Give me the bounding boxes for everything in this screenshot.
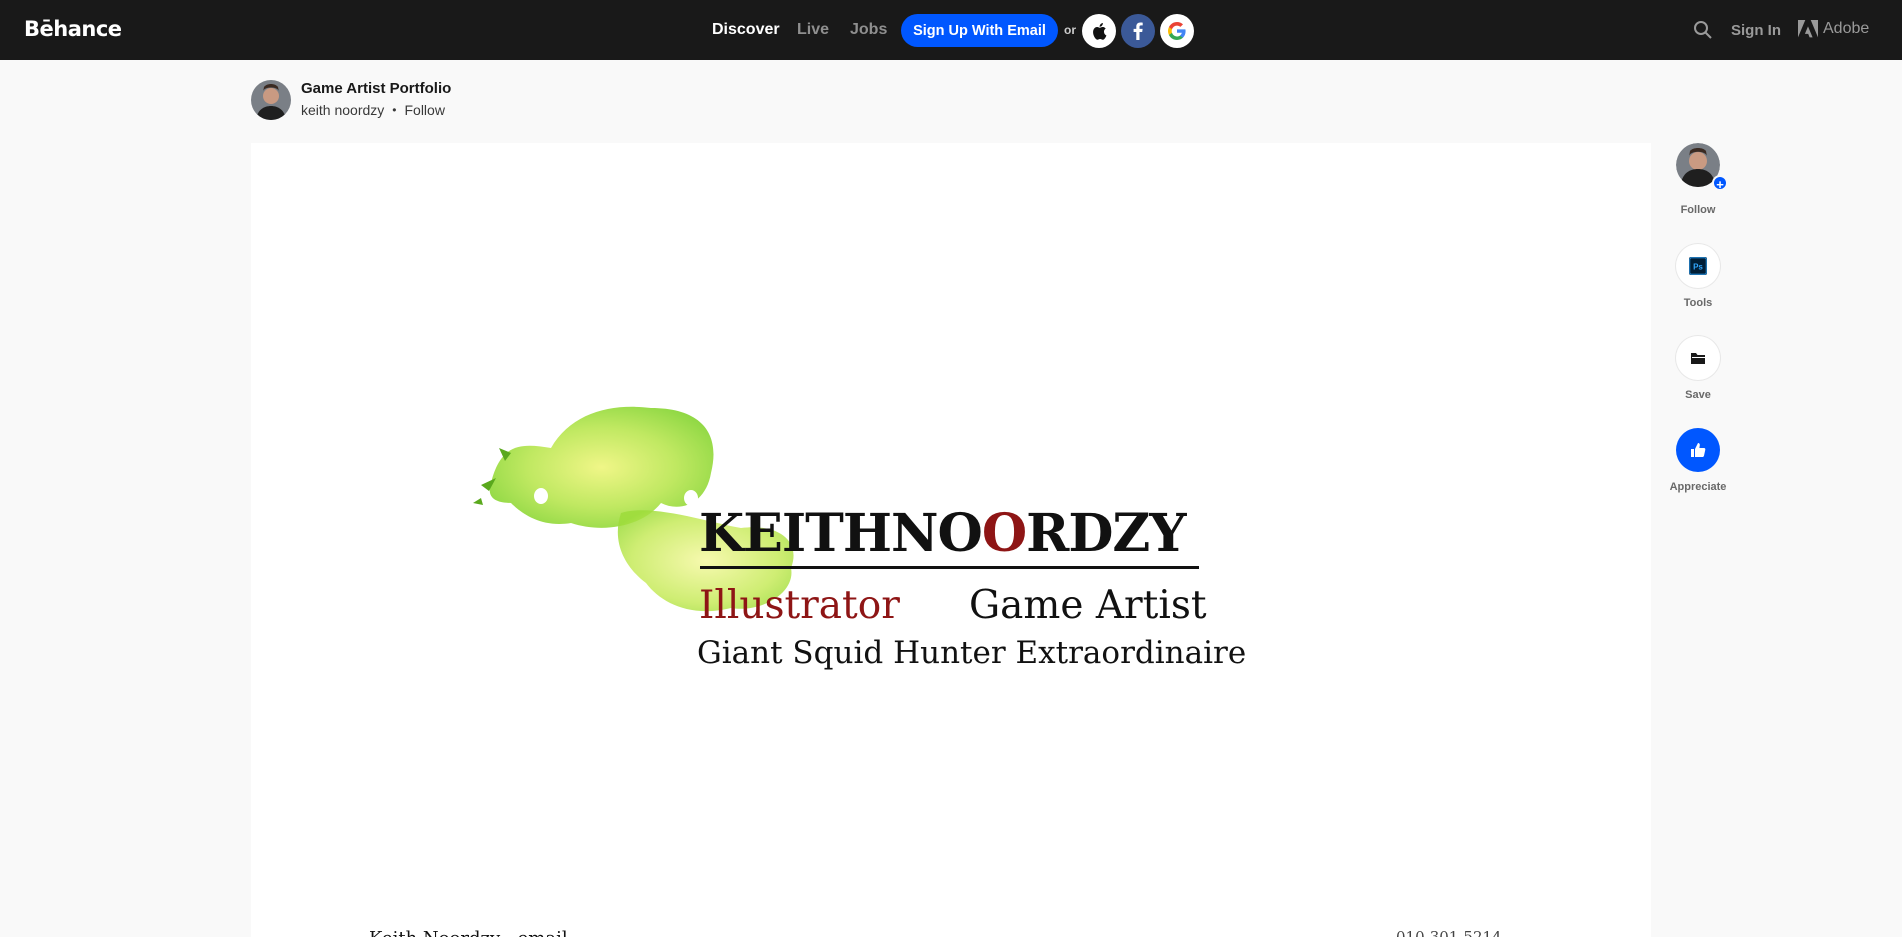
rail-follow[interactable]: + Follow — [1676, 143, 1728, 216]
apple-icon — [1093, 23, 1107, 40]
role-game-artist: Game Artist — [969, 583, 1207, 628]
rail-save-label: Save — [1685, 389, 1711, 401]
facebook-icon — [1133, 22, 1143, 40]
hero-wordmark: KEITHNOORDZY — [699, 503, 1187, 564]
wordmark-part1: KEITHNO — [699, 503, 983, 564]
google-signin-button[interactable] — [1160, 14, 1194, 48]
role-illustrator: Illustrator — [699, 583, 900, 628]
nav-discover[interactable]: Discover — [712, 21, 780, 39]
wordmark-underline — [700, 566, 1199, 569]
owner-name-link[interactable]: keith noordzy — [301, 102, 384, 118]
follow-plus-icon: + — [1712, 175, 1728, 192]
behance-logo[interactable]: Bēhance — [24, 17, 122, 41]
apple-signin-button[interactable] — [1082, 14, 1116, 48]
sign-in-link[interactable]: Sign In — [1731, 22, 1781, 39]
hero-tagline: Giant Squid Hunter Extraordinaire — [697, 635, 1247, 671]
facebook-signin-button[interactable] — [1121, 14, 1155, 48]
wordmark-part2: RDZY — [1026, 503, 1186, 564]
separator-dot: • — [392, 103, 397, 117]
body-text-right: 010-301-5214 — [1396, 928, 1502, 937]
svg-text:Ps: Ps — [1693, 263, 1703, 272]
rail-owner-avatar[interactable]: + — [1676, 143, 1728, 192]
owner-avatar[interactable] — [251, 80, 291, 120]
rail-save[interactable]: Save — [1676, 336, 1720, 401]
sign-up-email-button[interactable]: Sign Up With Email — [901, 14, 1058, 47]
rail-appreciate-label: Appreciate — [1669, 481, 1727, 493]
adobe-label: Adobe — [1823, 20, 1870, 37]
photoshop-icon: Ps — [1689, 257, 1707, 275]
save-button[interactable] — [1676, 336, 1720, 380]
rail-tools[interactable]: Ps Tools — [1676, 244, 1720, 309]
nav-live[interactable]: Live — [797, 21, 829, 39]
wordmark-red-o: O — [981, 503, 1027, 564]
project-title[interactable]: Game Artist Portfolio — [301, 80, 451, 97]
thumbs-up-icon — [1691, 443, 1706, 457]
project-owner-row: keith noordzy • Follow — [301, 102, 445, 118]
rail-tools-label: Tools — [1683, 297, 1713, 309]
body-text-left: Keith Noordzy - email — [369, 928, 568, 937]
search-icon[interactable] — [1693, 20, 1713, 45]
rail-appreciate[interactable]: Appreciate — [1670, 428, 1726, 493]
appreciate-button[interactable] — [1676, 428, 1720, 472]
rail-follow-label: Follow — [1680, 204, 1716, 216]
project-canvas: KEITHNOORDZY Illustrator Game Artist Gia… — [251, 143, 1651, 937]
adobe-icon — [1798, 20, 1818, 38]
tools-button[interactable]: Ps — [1676, 244, 1720, 288]
follow-link[interactable]: Follow — [404, 102, 444, 118]
top-navigation-bar: Bēhance Discover Live Jobs Sign Up With … — [0, 0, 1902, 60]
nav-jobs[interactable]: Jobs — [850, 21, 887, 39]
folder-icon — [1691, 353, 1705, 364]
or-separator: or — [1064, 23, 1076, 37]
google-icon — [1168, 22, 1186, 40]
adobe-link[interactable]: Adobe — [1798, 20, 1869, 38]
